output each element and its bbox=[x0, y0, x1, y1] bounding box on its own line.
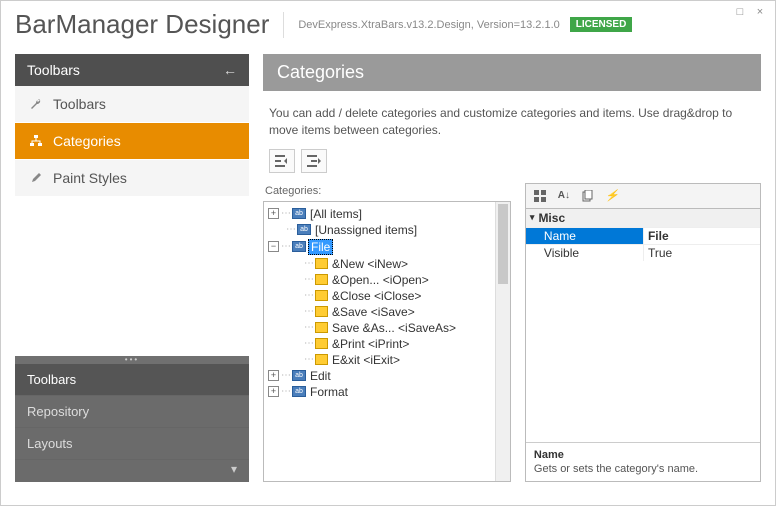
collapse-icon[interactable]: ▾ bbox=[530, 212, 535, 223]
sidebar-item-label: Categories bbox=[53, 133, 121, 149]
scrollbar[interactable] bbox=[495, 202, 510, 481]
pages-button[interactable] bbox=[578, 187, 598, 205]
sidebar-grip[interactable]: ••• bbox=[15, 356, 249, 364]
indent-right-button[interactable] bbox=[301, 149, 327, 173]
tree-node-unassigned[interactable]: ⋯ab[Unassigned items] bbox=[266, 222, 508, 238]
tree-item[interactable]: ⋯&Save <iSave> bbox=[266, 304, 508, 320]
main-panel: Categories You can add / delete categori… bbox=[263, 54, 761, 482]
command-icon bbox=[315, 338, 328, 349]
events-button[interactable]: ⚡ bbox=[602, 187, 622, 205]
brush-icon bbox=[29, 171, 43, 185]
property-grid[interactable]: ▾Misc Name File Visible True Name Gets o… bbox=[525, 208, 761, 482]
sidebar-item-label: Paint Styles bbox=[53, 170, 127, 186]
tree-node-format[interactable]: +⋯abFormat bbox=[266, 384, 508, 400]
indent-left-button[interactable] bbox=[269, 149, 295, 173]
expand-icon[interactable]: + bbox=[268, 370, 279, 381]
tree-item[interactable]: ⋯&Open... <iOpen> bbox=[266, 272, 508, 288]
sidebar-item-toolbars[interactable]: Toolbars bbox=[15, 86, 249, 123]
tree-node-edit[interactable]: +⋯abEdit bbox=[266, 368, 508, 384]
close-button[interactable]: × bbox=[753, 5, 767, 19]
items-icon: ab bbox=[297, 224, 311, 235]
tree-node-all[interactable]: +⋯ab[All items] bbox=[266, 206, 508, 222]
page-title: Categories bbox=[263, 54, 761, 91]
command-icon bbox=[315, 274, 328, 285]
prop-row-visible[interactable]: Visible True bbox=[526, 244, 760, 261]
sidebar-section-toolbars[interactable]: Toolbars bbox=[15, 364, 249, 396]
sidebar-header: Toolbars ← bbox=[15, 54, 249, 86]
sidebar: Toolbars ← Toolbars Categories Paint Sty… bbox=[15, 54, 249, 482]
expand-icon[interactable]: + bbox=[268, 386, 279, 397]
collapse-icon[interactable]: − bbox=[268, 241, 279, 252]
tree-item[interactable]: ⋯&Close <iClose> bbox=[266, 288, 508, 304]
prop-group-misc[interactable]: ▾Misc bbox=[526, 209, 760, 227]
sidebar-section-layouts[interactable]: Layouts bbox=[15, 428, 249, 460]
tree-item[interactable]: ⋯&Print <iPrint> bbox=[266, 336, 508, 352]
tree-node-file[interactable]: −⋯abFile bbox=[266, 238, 508, 256]
expand-icon[interactable]: + bbox=[268, 208, 279, 219]
alphabetical-button[interactable]: A↓ bbox=[554, 187, 574, 205]
sidebar-item-paintstyles[interactable]: Paint Styles bbox=[15, 160, 249, 197]
command-icon bbox=[315, 258, 328, 269]
sidebar-header-label: Toolbars bbox=[27, 62, 80, 78]
version-text: DevExpress.XtraBars.v13.2.Design, Versio… bbox=[298, 19, 559, 31]
categories-tree[interactable]: +⋯ab[All items] ⋯ab[Unassigned items] −⋯… bbox=[263, 201, 511, 482]
back-icon[interactable]: ← bbox=[223, 62, 237, 78]
command-icon bbox=[315, 306, 328, 317]
prop-row-name[interactable]: Name File bbox=[526, 227, 760, 244]
propgrid-toolbar: A↓ ⚡ bbox=[525, 183, 761, 208]
tree-label: Categories: bbox=[263, 183, 511, 201]
tree-item[interactable]: ⋯Save &As... <iSaveAs> bbox=[266, 320, 508, 336]
sidebar-item-label: Toolbars bbox=[53, 96, 106, 112]
sidebar-section-repository[interactable]: Repository bbox=[15, 396, 249, 428]
items-icon: ab bbox=[292, 386, 306, 397]
app-title: BarManager Designer bbox=[15, 9, 269, 40]
command-icon bbox=[315, 322, 328, 333]
wrench-icon bbox=[29, 97, 43, 111]
page-desc: You can add / delete categories and cust… bbox=[263, 91, 761, 149]
tree-item[interactable]: ⋯E&xit <iExit> bbox=[266, 352, 508, 368]
sidebar-item-categories[interactable]: Categories bbox=[15, 123, 249, 160]
command-icon bbox=[315, 290, 328, 301]
tree-item[interactable]: ⋯&New <iNew> bbox=[266, 256, 508, 272]
minimize-button[interactable]: □ bbox=[733, 5, 747, 19]
sidebar-expand-icon[interactable]: ▾ bbox=[15, 460, 249, 482]
items-icon: ab bbox=[292, 208, 306, 219]
command-icon bbox=[315, 354, 328, 365]
categorized-button[interactable] bbox=[530, 187, 550, 205]
separator bbox=[283, 12, 284, 38]
license-badge: LICENSED bbox=[570, 17, 633, 32]
title-bar: BarManager Designer DevExpress.XtraBars.… bbox=[1, 1, 775, 42]
hierarchy-icon bbox=[29, 134, 43, 148]
items-icon: ab bbox=[292, 370, 306, 381]
items-icon: ab bbox=[292, 241, 306, 252]
prop-help: Name Gets or sets the category's name. bbox=[526, 442, 760, 481]
